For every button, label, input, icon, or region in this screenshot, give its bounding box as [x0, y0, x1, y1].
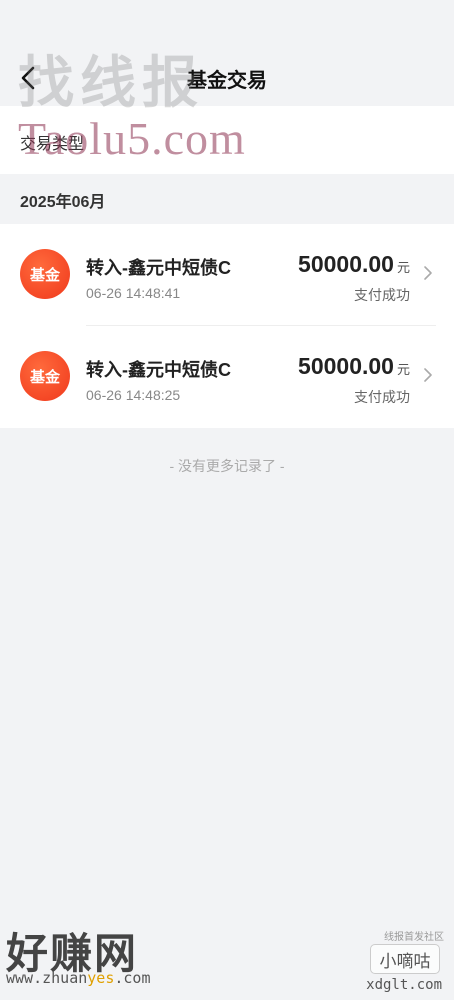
- amount-unit: 元: [396, 260, 410, 275]
- transaction-row[interactable]: 基金 转入-鑫元中短债C 06-26 14:48:25 50000.00 元 支付…: [0, 326, 454, 428]
- transaction-list: 基金 转入-鑫元中短债C 06-26 14:48:41 50000.00 元 支付…: [0, 224, 454, 428]
- transaction-name: 转入-鑫元中短债C: [86, 360, 231, 380]
- fund-badge-icon: 基金: [20, 351, 70, 401]
- chevron-right-icon: [424, 368, 432, 382]
- transaction-amount: 50000.00 元: [298, 353, 410, 380]
- transaction-amount: 50000.00 元: [298, 251, 410, 278]
- watermark-top-en: Taolu5.com: [18, 113, 246, 164]
- no-more-records: - 没有更多记录了 -: [169, 458, 285, 474]
- watermark-bottom-left-url: www.zhuanyes.com: [6, 969, 151, 987]
- month-header: 2025年06月: [20, 194, 106, 211]
- amount-value: 50000.00: [298, 251, 394, 277]
- transaction-time: 06-26 14:48:41: [86, 285, 181, 301]
- chevron-right-icon: [424, 266, 432, 280]
- watermark-url-highlight: yes: [87, 969, 115, 987]
- fund-badge-icon: 基金: [20, 249, 70, 299]
- watermark-bottom-right-caption: 线报首发社区: [384, 932, 444, 943]
- watermark-url-part: .com: [114, 969, 151, 987]
- watermark-top-cn: 找线报: [18, 51, 204, 116]
- amount-unit: 元: [396, 362, 410, 377]
- amount-value: 50000.00: [298, 353, 394, 379]
- watermark-bottom-right-url: xdglt.com: [366, 977, 442, 993]
- transaction-name: 转入-鑫元中短债C: [86, 258, 231, 278]
- transaction-status: 支付成功: [354, 389, 410, 405]
- watermark-bottom-right-logo: 小嘀咕: [370, 944, 440, 974]
- transaction-row[interactable]: 基金 转入-鑫元中短债C 06-26 14:48:41 50000.00 元 支付…: [0, 224, 454, 326]
- transaction-status: 支付成功: [354, 287, 410, 303]
- transaction-time: 06-26 14:48:25: [86, 387, 181, 403]
- watermark-url-part: www.zhuan: [6, 969, 88, 987]
- fund-transactions-page: 基金交易 交易类型 2025年06月 基金 转入-鑫元中短债C 06-26 14…: [0, 0, 454, 1000]
